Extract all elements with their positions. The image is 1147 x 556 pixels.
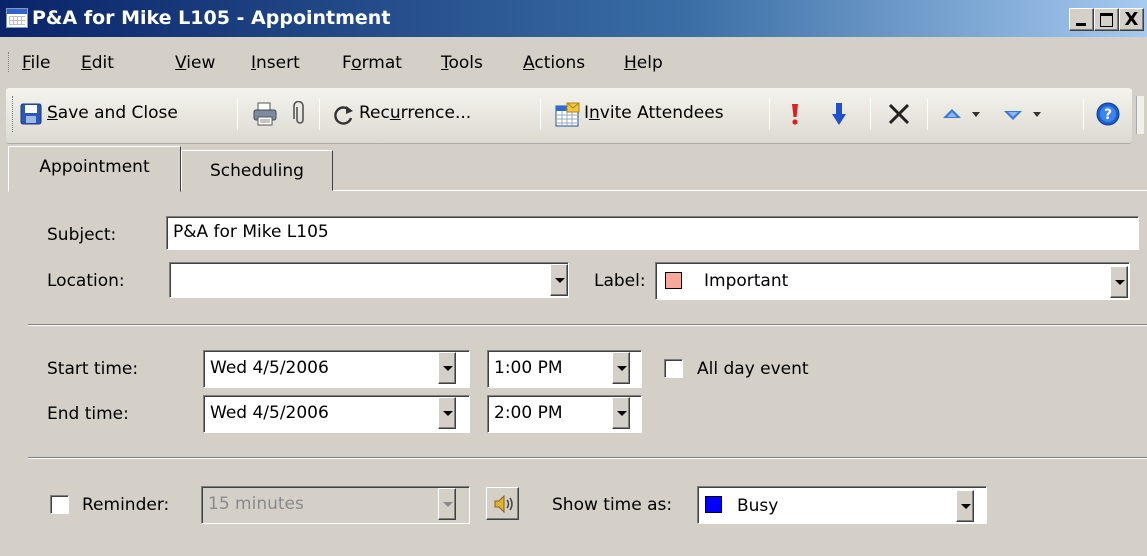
label-value: Important bbox=[704, 271, 789, 291]
maximize-icon bbox=[1095, 9, 1118, 30]
window-title: P&A for Mike L105 - Appointment bbox=[32, 7, 391, 29]
recurrence-label: Recurrence... bbox=[359, 103, 472, 123]
maximize-button[interactable] bbox=[1094, 8, 1119, 31]
invite-icon bbox=[555, 102, 580, 127]
tab-scheduling[interactable]: Scheduling bbox=[181, 150, 333, 191]
end-time-label: End time: bbox=[47, 404, 129, 424]
print-icon[interactable] bbox=[252, 101, 278, 127]
reminder-label: Reminder: bbox=[82, 495, 170, 515]
busy-color-swatch bbox=[705, 496, 722, 513]
menu-insert[interactable]: Insert bbox=[251, 53, 300, 73]
menu-actions[interactable]: Actions bbox=[523, 53, 585, 73]
subject-label: Subject: bbox=[47, 225, 117, 245]
toolbar-grip[interactable] bbox=[12, 96, 16, 132]
speaker-icon bbox=[494, 494, 513, 514]
toolbar-overflow-button[interactable] bbox=[1136, 96, 1144, 134]
save-and-close-label: Save and Close bbox=[47, 103, 178, 123]
recurrence-button[interactable]: Recurrence... bbox=[330, 101, 530, 129]
reminder-checkbox[interactable] bbox=[50, 495, 69, 514]
reminder-sound-button[interactable] bbox=[486, 487, 519, 520]
title-bar: P&A for Mike L105 - Appointment X bbox=[0, 0, 1147, 37]
importance-low-icon[interactable] bbox=[831, 101, 847, 127]
close-icon: X bbox=[1124, 9, 1139, 30]
next-item-icon bbox=[1004, 111, 1022, 120]
subject-input[interactable]: P&A for Mike L105 bbox=[166, 216, 1139, 250]
recurrence-icon bbox=[334, 106, 353, 125]
section-divider bbox=[28, 324, 1147, 326]
toolbar-separator bbox=[540, 98, 541, 130]
toolbar-separator bbox=[769, 98, 770, 130]
location-input[interactable] bbox=[169, 262, 569, 298]
chevron-down-icon bbox=[972, 112, 980, 117]
start-date-input[interactable]: Wed 4/5/2006 bbox=[203, 350, 470, 388]
toolbar-separator bbox=[1083, 98, 1084, 130]
end-date-dropdown-button[interactable] bbox=[438, 397, 456, 429]
chevron-down-icon bbox=[1033, 112, 1041, 117]
location-label: Location: bbox=[47, 271, 125, 291]
start-time-dropdown-button[interactable] bbox=[612, 352, 630, 384]
menu-tools[interactable]: Tools bbox=[441, 53, 483, 73]
importance-high-icon[interactable] bbox=[789, 101, 801, 127]
label-color-swatch bbox=[665, 272, 682, 289]
menu-view[interactable]: View bbox=[175, 53, 215, 73]
menu-file[interactable]: File bbox=[22, 53, 50, 73]
next-item-button[interactable] bbox=[1003, 104, 1049, 126]
end-date-input[interactable]: Wed 4/5/2006 bbox=[203, 395, 470, 433]
all-day-event-checkbox[interactable] bbox=[664, 359, 683, 378]
show-time-as-select[interactable]: Busy bbox=[697, 486, 987, 524]
toolbar-separator bbox=[927, 98, 928, 130]
svg-text:?: ? bbox=[1104, 107, 1112, 123]
label-dropdown-button[interactable] bbox=[1110, 266, 1128, 298]
start-date-dropdown-button[interactable] bbox=[438, 352, 456, 384]
all-day-event-label: All day event bbox=[697, 359, 809, 379]
toolbar-separator bbox=[870, 98, 871, 130]
show-time-as-value: Busy bbox=[737, 496, 779, 516]
paperclip-icon[interactable] bbox=[292, 101, 308, 127]
reminder-select[interactable]: 15 minutes bbox=[201, 486, 470, 524]
label-select[interactable]: Important bbox=[655, 262, 1130, 300]
start-time-label: Start time: bbox=[47, 359, 139, 379]
previous-item-button[interactable] bbox=[942, 104, 988, 126]
toolbar-separator bbox=[319, 98, 320, 130]
menu-help[interactable]: Help bbox=[624, 53, 663, 73]
save-and-close-button[interactable]: Save and Close bbox=[20, 101, 230, 129]
location-dropdown-button[interactable] bbox=[550, 264, 568, 296]
help-icon[interactable]: ? bbox=[1095, 101, 1121, 127]
minimize-button[interactable] bbox=[1069, 8, 1094, 31]
reminder-dropdown-button[interactable] bbox=[438, 488, 456, 520]
menu-edit[interactable]: Edit bbox=[81, 53, 114, 73]
toolbar-separator bbox=[237, 98, 238, 130]
show-time-as-label: Show time as: bbox=[552, 495, 673, 515]
invite-attendees-button[interactable]: Invite Attendees bbox=[555, 101, 760, 129]
close-button[interactable]: X bbox=[1119, 8, 1144, 31]
delete-icon[interactable] bbox=[886, 101, 912, 127]
end-time-dropdown-button[interactable] bbox=[612, 397, 630, 429]
section-divider bbox=[28, 457, 1147, 459]
invite-attendees-label: Invite Attendees bbox=[584, 103, 724, 123]
previous-item-icon bbox=[943, 109, 961, 118]
save-icon bbox=[20, 103, 42, 125]
minimize-icon bbox=[1070, 9, 1093, 30]
menu-format[interactable]: Format bbox=[342, 53, 402, 73]
menu-grip[interactable] bbox=[8, 52, 12, 72]
calendar-icon[interactable] bbox=[6, 8, 28, 28]
tab-appointment[interactable]: Appointment bbox=[8, 146, 181, 192]
show-time-as-dropdown-button[interactable] bbox=[956, 490, 974, 522]
label-label: Label: bbox=[594, 271, 646, 291]
